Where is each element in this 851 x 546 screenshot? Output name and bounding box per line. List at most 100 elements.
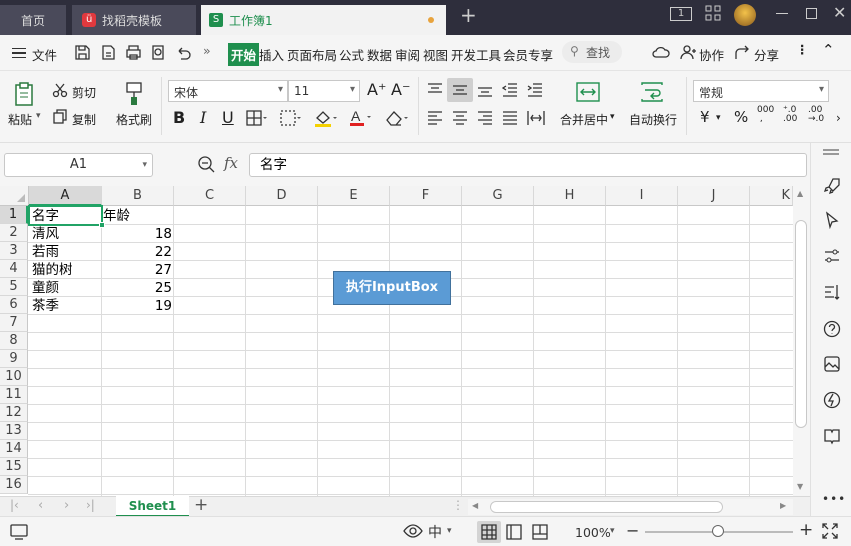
column-header[interactable]: K — [750, 186, 793, 206]
align-top-icon[interactable] — [427, 83, 443, 100]
smart-tools-icon[interactable] — [823, 391, 841, 409]
wrap-text-button[interactable]: 自动换行 — [629, 111, 677, 128]
scroll-down-icon[interactable]: ▼ — [797, 482, 803, 491]
row-header[interactable]: 13 — [0, 422, 28, 440]
column-header[interactable]: B — [102, 186, 174, 206]
column-header[interactable]: D — [246, 186, 318, 206]
zoom-formula-icon[interactable] — [197, 155, 215, 176]
input-method-dropdown-icon[interactable]: ▾ — [447, 526, 452, 536]
ribbon-scroll-icon[interactable]: › — [836, 111, 841, 125]
reading-mode-icon[interactable] — [823, 427, 841, 445]
align-left-icon[interactable] — [427, 111, 443, 128]
tab-formulas[interactable]: 公式 — [339, 45, 364, 64]
table-cell[interactable]: 25 — [103, 279, 172, 297]
export-pdf-icon[interactable] — [100, 44, 117, 64]
table-cell[interactable]: 年龄 — [103, 207, 172, 225]
tab-insert[interactable]: 插入 — [259, 45, 284, 64]
hamburger-icon[interactable] — [12, 48, 26, 58]
font-color-icon[interactable]: A — [349, 108, 373, 130]
eye-protection-icon[interactable] — [403, 523, 423, 542]
table-cell[interactable]: 猫的树 — [32, 261, 100, 279]
align-bottom-icon[interactable] — [477, 83, 493, 100]
tab-home[interactable]: 首页 — [0, 5, 66, 35]
tab-developer[interactable]: 开发工具 — [451, 45, 501, 64]
cloud-sync-icon[interactable] — [652, 44, 670, 64]
zoom-slider-thumb[interactable] — [712, 525, 724, 537]
percent-icon[interactable]: % — [734, 108, 748, 126]
more-options-icon[interactable]: ⋮ — [796, 42, 809, 57]
apps-grid-icon[interactable] — [705, 5, 721, 25]
sheet-tabs-menu-icon[interactable]: ⋮ — [452, 498, 464, 512]
input-method-icon[interactable]: 中 — [428, 522, 442, 542]
tab-member[interactable]: 会员专享 — [503, 45, 553, 64]
fill-style-icon[interactable] — [280, 110, 302, 129]
tab-review[interactable]: 审阅 — [395, 45, 420, 64]
row-header[interactable]: 6 — [0, 296, 28, 314]
column-header[interactable]: I — [606, 186, 678, 206]
merge-dropdown-icon[interactable]: ▾ — [610, 112, 615, 122]
close-window-button[interactable]: ✕ — [833, 3, 846, 22]
column-header[interactable]: A — [29, 186, 102, 206]
row-header[interactable]: 10 — [0, 368, 28, 386]
column-header[interactable]: F — [390, 186, 462, 206]
collaborate-button[interactable]: 协作 — [699, 45, 724, 64]
share-button[interactable]: 分享 — [754, 45, 779, 64]
increase-indent-icon[interactable] — [527, 83, 543, 100]
justify-icon[interactable] — [502, 111, 518, 128]
increase-decimal-icon[interactable]: ⁺.0.00 — [783, 106, 797, 124]
row-header[interactable]: 12 — [0, 404, 28, 422]
table-cell[interactable]: 22 — [103, 243, 172, 261]
page-break-view-icon[interactable] — [532, 524, 548, 543]
row-header[interactable]: 3 — [0, 242, 28, 260]
borders-icon[interactable] — [246, 110, 268, 129]
table-cell[interactable]: 19 — [103, 297, 172, 315]
paste-icon[interactable] — [12, 81, 36, 110]
vertical-scrollbar[interactable]: ▲ ▼ — [793, 186, 810, 496]
merge-center-button[interactable]: 合并居中 — [560, 111, 608, 128]
row-header[interactable]: 8 — [0, 332, 28, 350]
page-layout-view-icon[interactable] — [506, 524, 522, 543]
thousands-separator-icon[interactable]: 000 , — [757, 106, 774, 124]
fullscreen-icon[interactable] — [822, 523, 838, 542]
spreadsheet-grid[interactable]: A B C D E F G H I J K 1 2 3 4 5 6 7 8 9 … — [0, 186, 793, 496]
window-layout-icon[interactable]: 1 — [670, 7, 692, 21]
next-sheet-icon[interactable]: › — [64, 498, 69, 513]
zoom-out-button[interactable]: − — [626, 521, 639, 540]
image-settings-icon[interactable] — [823, 355, 841, 373]
column-header[interactable]: C — [174, 186, 246, 206]
run-inputbox-button[interactable]: 执行InputBox — [333, 271, 451, 305]
number-format-select[interactable]: 常规 — [693, 80, 829, 102]
table-cell[interactable]: 18 — [103, 225, 172, 243]
scroll-up-icon[interactable]: ▲ — [797, 189, 803, 198]
italic-icon[interactable]: I — [200, 108, 206, 127]
row-header[interactable]: 11 — [0, 386, 28, 404]
properties-icon[interactable] — [823, 247, 841, 265]
first-sheet-icon[interactable]: |‹ — [10, 498, 19, 512]
tab-page-layout[interactable]: 页面布局 — [287, 45, 337, 64]
bold-icon[interactable]: B — [173, 108, 185, 127]
row-header[interactable]: 4 — [0, 260, 28, 278]
column-header[interactable]: H — [534, 186, 606, 206]
scroll-left-icon[interactable]: ◀ — [472, 501, 478, 510]
currency-icon[interactable]: ¥ — [700, 108, 710, 126]
cut-button[interactable]: 剪切 — [72, 84, 96, 101]
print-preview-icon[interactable] — [150, 44, 167, 64]
vertical-scroll-thumb[interactable] — [795, 220, 807, 428]
help-icon[interactable] — [823, 320, 841, 338]
clear-format-icon[interactable] — [384, 109, 410, 130]
table-cell[interactable]: 若雨 — [32, 243, 100, 261]
zoom-dropdown-icon[interactable]: ▾ — [610, 526, 615, 536]
menu-file[interactable]: 文件 — [32, 45, 57, 64]
horizontal-scroll-thumb[interactable] — [490, 501, 723, 513]
decrease-font-icon[interactable]: A⁻ — [391, 80, 410, 99]
select-all-corner[interactable] — [0, 186, 29, 206]
add-sheet-button[interactable]: + — [194, 495, 208, 515]
zoom-level[interactable]: 100% — [575, 525, 611, 540]
distribute-icon[interactable] — [527, 110, 545, 129]
table-cell[interactable]: 茶季 — [32, 297, 100, 315]
tab-template[interactable]: ü 找稻壳模板 — [72, 5, 196, 35]
function-icon[interactable]: fx — [224, 154, 238, 172]
row-header[interactable]: 15 — [0, 458, 28, 476]
format-painter-icon[interactable] — [124, 81, 144, 110]
paste-button[interactable]: 粘贴 — [8, 111, 32, 128]
